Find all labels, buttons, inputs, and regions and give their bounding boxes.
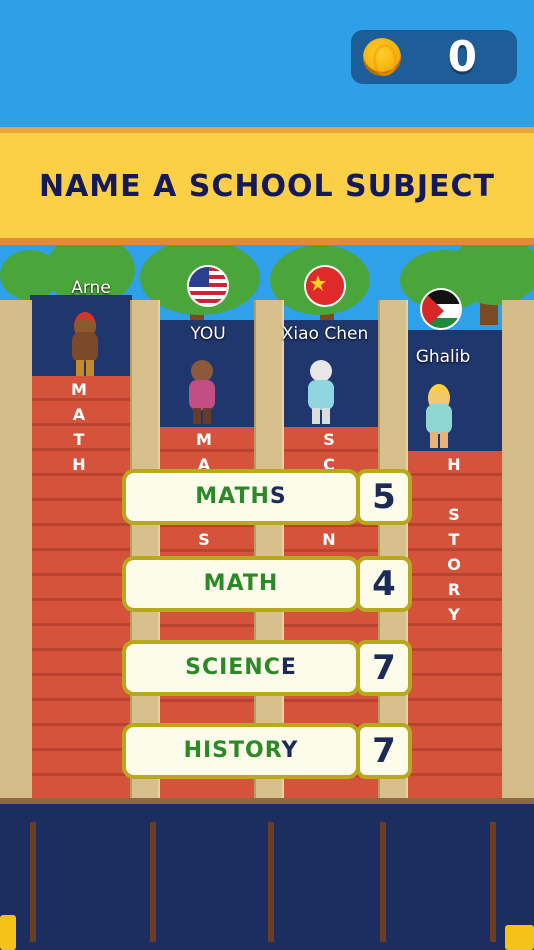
- player-avatar-ghalib: [420, 384, 460, 448]
- answer-score: 4: [356, 556, 412, 612]
- answer-word: HISTORY: [122, 723, 360, 779]
- answer-score: 5: [356, 469, 412, 525]
- underground: [0, 800, 534, 950]
- wood-post: [502, 300, 534, 800]
- us-flag-icon: [187, 265, 229, 307]
- player-avatar-xiao-chen: [302, 360, 342, 424]
- player-name: Xiao Chen: [281, 324, 369, 344]
- coin-counter: 0: [351, 30, 517, 84]
- answer-row: MATH 4: [122, 556, 412, 612]
- gold-pile: [505, 925, 534, 950]
- wood-post: [0, 300, 32, 800]
- answer-letters: MATH: [71, 380, 87, 474]
- answer-row: HISTORY 7: [122, 723, 412, 779]
- player-name: Ghalib: [415, 347, 471, 367]
- answer-score: 7: [356, 723, 412, 779]
- china-flag-icon: [304, 265, 346, 307]
- player-name: YOU: [190, 324, 226, 344]
- answer-word: SCIENCE: [122, 640, 360, 696]
- answer-row: SCIENCE 7: [122, 640, 412, 696]
- prompt-text: NAME A SCHOOL SUBJECT: [38, 169, 496, 204]
- jordan-flag-icon: [420, 288, 462, 330]
- gold-pile: [0, 915, 16, 950]
- answer-letters: HSTORY: [447, 455, 461, 624]
- answer-score: 7: [356, 640, 412, 696]
- coin-icon: [363, 38, 401, 76]
- prompt-banner: NAME A SCHOOL SUBJECT: [0, 127, 534, 245]
- ground-line: [0, 798, 534, 804]
- player-name: Arne: [71, 278, 111, 298]
- player-avatar-you: [183, 360, 223, 424]
- answer-word: MATH: [122, 556, 360, 612]
- answer-row: MATHS 5: [122, 469, 412, 525]
- answer-word: MATHS: [122, 469, 360, 525]
- player-avatar-arne: [66, 312, 106, 376]
- coin-count: 0: [447, 32, 477, 81]
